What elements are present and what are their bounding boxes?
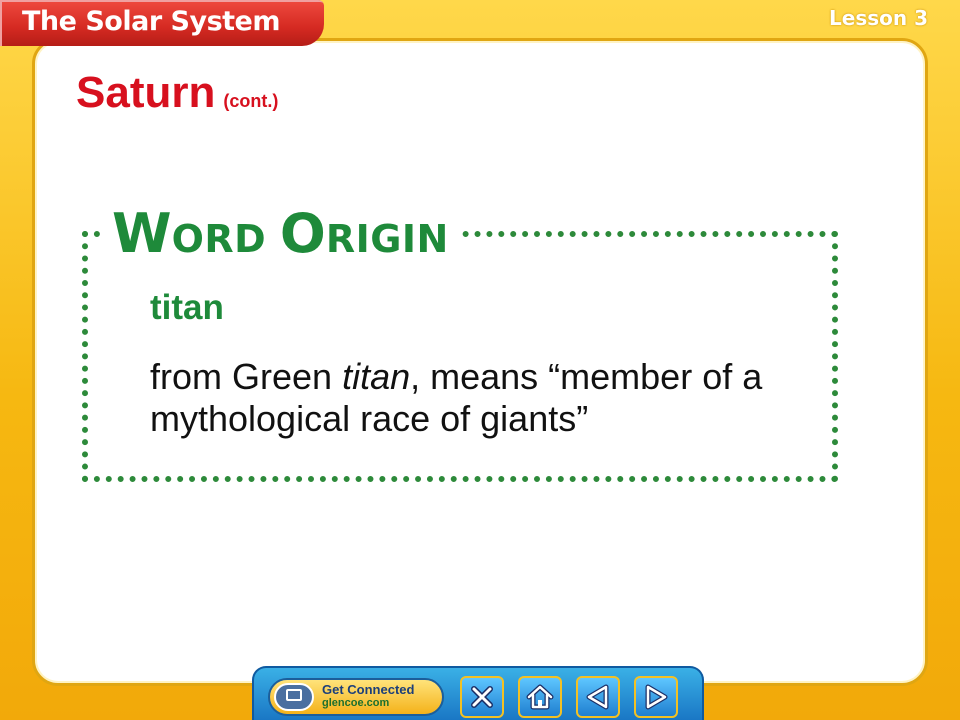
heading-sub: (cont.)	[223, 91, 279, 111]
definition-italic: titan	[342, 356, 411, 397]
close-button[interactable]	[460, 676, 504, 718]
vocab-term: titan	[150, 288, 224, 327]
chapter-title: The Solar System	[22, 6, 281, 37]
definition-before: from Green	[150, 356, 343, 397]
get-connected-label: Get Connected	[322, 682, 415, 697]
nav-bar: Get Connected glencoe.com	[252, 666, 704, 720]
next-button[interactable]	[634, 676, 678, 718]
word-origin-ord: ORD	[171, 217, 280, 261]
vocab-definition: from Green titan, means “member of a myt…	[150, 356, 810, 440]
home-icon	[526, 684, 554, 710]
word-origin-w: W	[112, 202, 172, 265]
home-button[interactable]	[518, 676, 562, 718]
arrow-left-icon	[586, 684, 609, 710]
get-connected-button[interactable]: Get Connected glencoe.com	[268, 678, 444, 716]
word-origin-label: WORD ORIGIN	[104, 202, 457, 265]
title-tab: The Solar System	[0, 0, 324, 46]
word-origin-o: O	[279, 202, 326, 265]
lesson-label: Lesson 3	[829, 6, 928, 30]
heading-main: Saturn	[76, 68, 216, 117]
get-connected-url: glencoe.com	[322, 697, 390, 709]
slide-heading: Saturn (cont.)	[76, 68, 278, 118]
computer-icon	[274, 683, 314, 711]
previous-button[interactable]	[576, 676, 620, 718]
close-icon	[471, 686, 493, 708]
arrow-right-icon	[645, 684, 668, 710]
word-origin-rigin: RIGIN	[325, 217, 449, 261]
